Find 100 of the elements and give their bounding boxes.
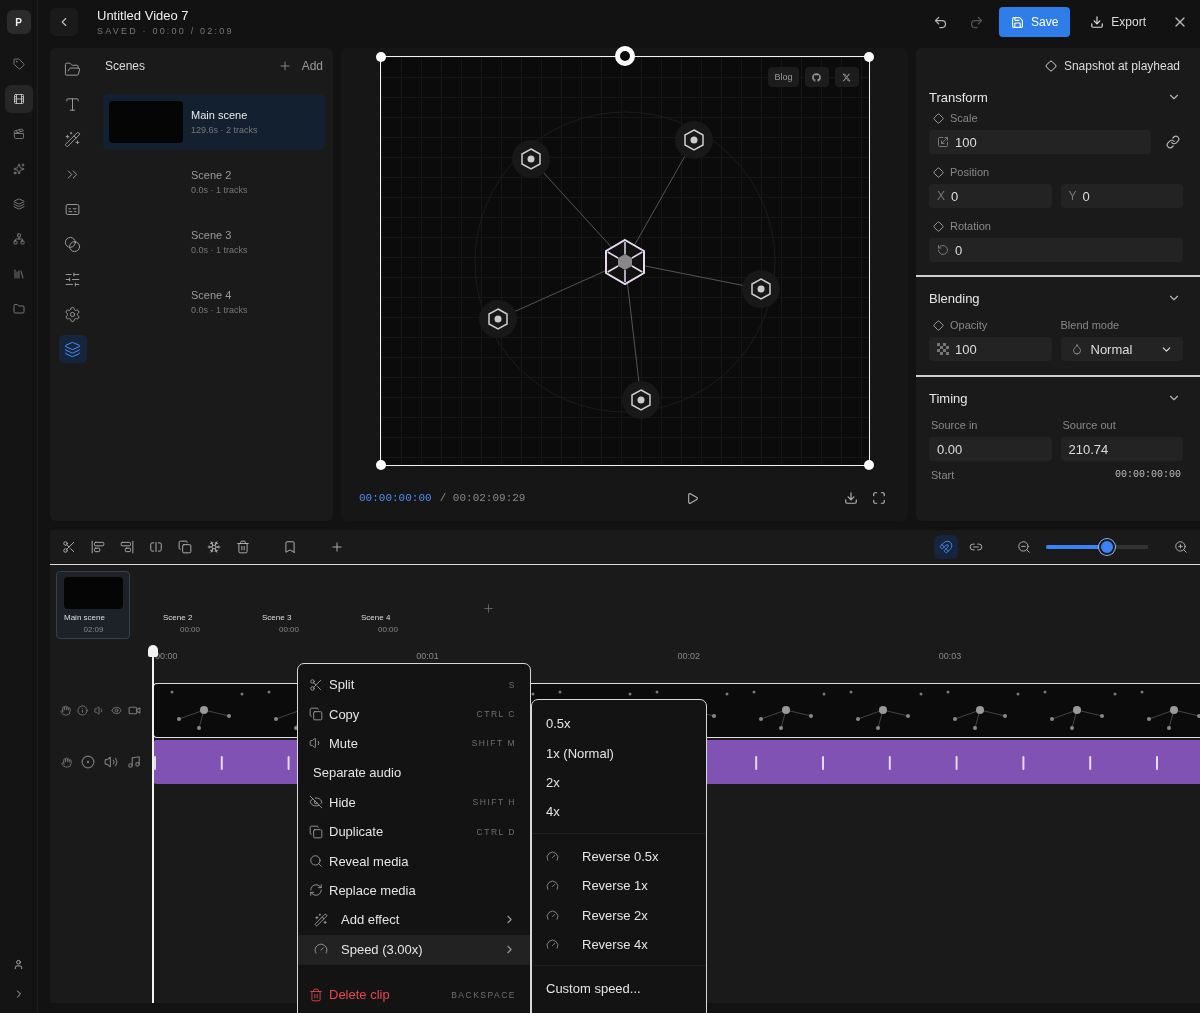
app-logo[interactable]: P	[6, 10, 31, 34]
menu-item[interactable]: Speed (3.00x)	[298, 934, 530, 964]
scene-duration: 00:00	[377, 625, 399, 634]
scene-card[interactable]: Scene 3 00:00	[254, 571, 353, 639]
section-title: Timing	[929, 390, 968, 406]
speed-option[interactable]: Reverse 1x	[532, 870, 706, 901]
speaker-icon[interactable]	[94, 705, 105, 716]
scene-card[interactable]: Main scene 02:09	[56, 571, 130, 639]
speed-option[interactable]: Reverse 2x	[532, 900, 706, 930]
speed-option[interactable]: Reverse 4x	[532, 929, 706, 960]
rotation-field[interactable]: 0	[929, 238, 1183, 262]
menu-item[interactable]: Duplicate CTRL D	[298, 816, 530, 847]
gauge-icon	[314, 942, 328, 957]
scene-name: Scene 3	[191, 229, 233, 241]
add-scene-button[interactable]: Add	[277, 59, 323, 73]
add-scene-button[interactable]	[482, 602, 495, 615]
magic-wand-icon	[64, 130, 81, 148]
resize-handle[interactable]	[863, 52, 874, 62]
source-in-field[interactable]: 0.00	[929, 437, 1052, 461]
music-note-icon[interactable]	[127, 755, 141, 769]
snap-toggle[interactable]	[934, 535, 958, 559]
film-nav-button[interactable]	[4, 85, 33, 113]
link-icon	[969, 540, 983, 554]
graph-node	[674, 121, 713, 159]
hand-icon[interactable]	[60, 705, 71, 716]
split-square-icon	[149, 540, 163, 554]
menu-item[interactable]: Replace media	[298, 875, 530, 906]
position-y-field[interactable]: Y 0	[1060, 184, 1183, 208]
scale-icon	[937, 136, 949, 148]
scene-item[interactable]: Scene 3 0.0s · 1 tracks	[103, 214, 325, 270]
blog-link-button[interactable]: Blog	[768, 67, 799, 87]
position-x-field[interactable]: X 0	[929, 184, 1052, 208]
layers-tool-button[interactable]	[58, 335, 87, 363]
scene-item[interactable]: Main scene 129.6s · 2 tracks	[103, 94, 325, 150]
speed-option[interactable]: Custom speed...	[532, 974, 706, 1004]
opacity-field[interactable]: 100	[929, 337, 1052, 361]
scene-item[interactable]: Scene 2 0.0s · 1 tracks	[103, 154, 325, 210]
camera-icon[interactable]	[128, 704, 141, 717]
audio-marker	[888, 756, 891, 770]
total-duration: / 00:02:09:29	[439, 492, 526, 504]
export-button[interactable]: Export	[1078, 7, 1158, 37]
plus-icon	[277, 59, 292, 73]
copy-icon	[309, 707, 323, 722]
menu-item[interactable]: Copy CTRL C	[298, 699, 530, 729]
play-icon	[685, 491, 699, 505]
eye-icon[interactable]	[111, 705, 122, 716]
trash-icon	[309, 987, 323, 1002]
link-button[interactable]	[1163, 132, 1183, 152]
rotate-handle[interactable]	[614, 46, 635, 66]
scene-thumbnail	[64, 577, 123, 609]
x-logo-button[interactable]	[834, 67, 859, 87]
speed-option[interactable]: Reverse 0.5x	[532, 841, 706, 871]
film-icon	[12, 93, 25, 105]
keyframe-icon[interactable]	[933, 319, 944, 331]
circle-dot-icon[interactable]	[81, 755, 95, 769]
scene-item[interactable]: Scene 4 0.0s · 1 tracks	[103, 274, 325, 330]
source-out-field[interactable]: 210.74	[1060, 437, 1183, 461]
speed-option[interactable]: 0.5x	[532, 709, 706, 739]
resize-handle[interactable]	[375, 460, 386, 470]
scene-duration: 00:00	[278, 625, 300, 634]
magic-wand-icon	[314, 912, 328, 927]
speed-option[interactable]: 2x	[532, 767, 706, 798]
scene-name: Scene 3	[262, 613, 292, 622]
scene-name: Main scene	[64, 613, 105, 622]
refresh-icon	[309, 883, 323, 898]
panel-title: Scenes	[105, 59, 146, 73]
menu-item[interactable]: Hide SHIFT H	[298, 787, 530, 817]
menu-item[interactable]: Mute SHIFT M	[298, 728, 530, 759]
resize-handle[interactable]	[375, 52, 386, 62]
speaker-icon[interactable]	[104, 755, 118, 769]
menu-item[interactable]: Reveal media	[298, 846, 530, 876]
zoom-in-icon	[1174, 540, 1188, 554]
preview-canvas[interactable]: Blog	[380, 57, 869, 465]
snapshot-button[interactable]: Snapshot at playhead	[1044, 59, 1180, 73]
menu-item[interactable]: Split S	[298, 670, 530, 700]
menu-item[interactable]: Delete clip BACKSPACE	[298, 979, 530, 1010]
keyframe-icon[interactable]	[933, 220, 944, 232]
scene-meta: 0.0s · 1 tracks	[191, 305, 248, 315]
scene-card[interactable]: Scene 2 00:00	[155, 571, 254, 639]
info-icon[interactable]	[77, 705, 88, 716]
github-button[interactable]	[804, 67, 829, 87]
library-icon	[12, 268, 25, 280]
scene-card[interactable]: Scene 4 00:00	[353, 571, 452, 639]
menu-item[interactable]: Add effect	[298, 905, 530, 935]
speed-option[interactable]: 1x (Normal)	[532, 738, 706, 768]
resize-handle[interactable]	[863, 460, 874, 470]
save-button[interactable]: Save	[998, 7, 1071, 37]
scale-field[interactable]: 100	[929, 130, 1151, 154]
keyframe-icon[interactable]	[933, 112, 944, 124]
hand-icon[interactable]	[61, 756, 72, 768]
scissors-icon	[62, 540, 76, 554]
keyframe-icon[interactable]	[933, 166, 944, 178]
rotate-icon	[937, 244, 949, 256]
audio-marker	[287, 756, 290, 770]
zoom-thumb[interactable]	[1099, 539, 1116, 555]
speed-option[interactable]: 4x	[532, 797, 706, 827]
menu-item[interactable]: Separate audio	[298, 758, 530, 788]
blend-mode-select[interactable]: Normal	[1060, 337, 1183, 361]
search-icon	[309, 854, 323, 869]
ruler-label: 00:02	[677, 651, 702, 661]
